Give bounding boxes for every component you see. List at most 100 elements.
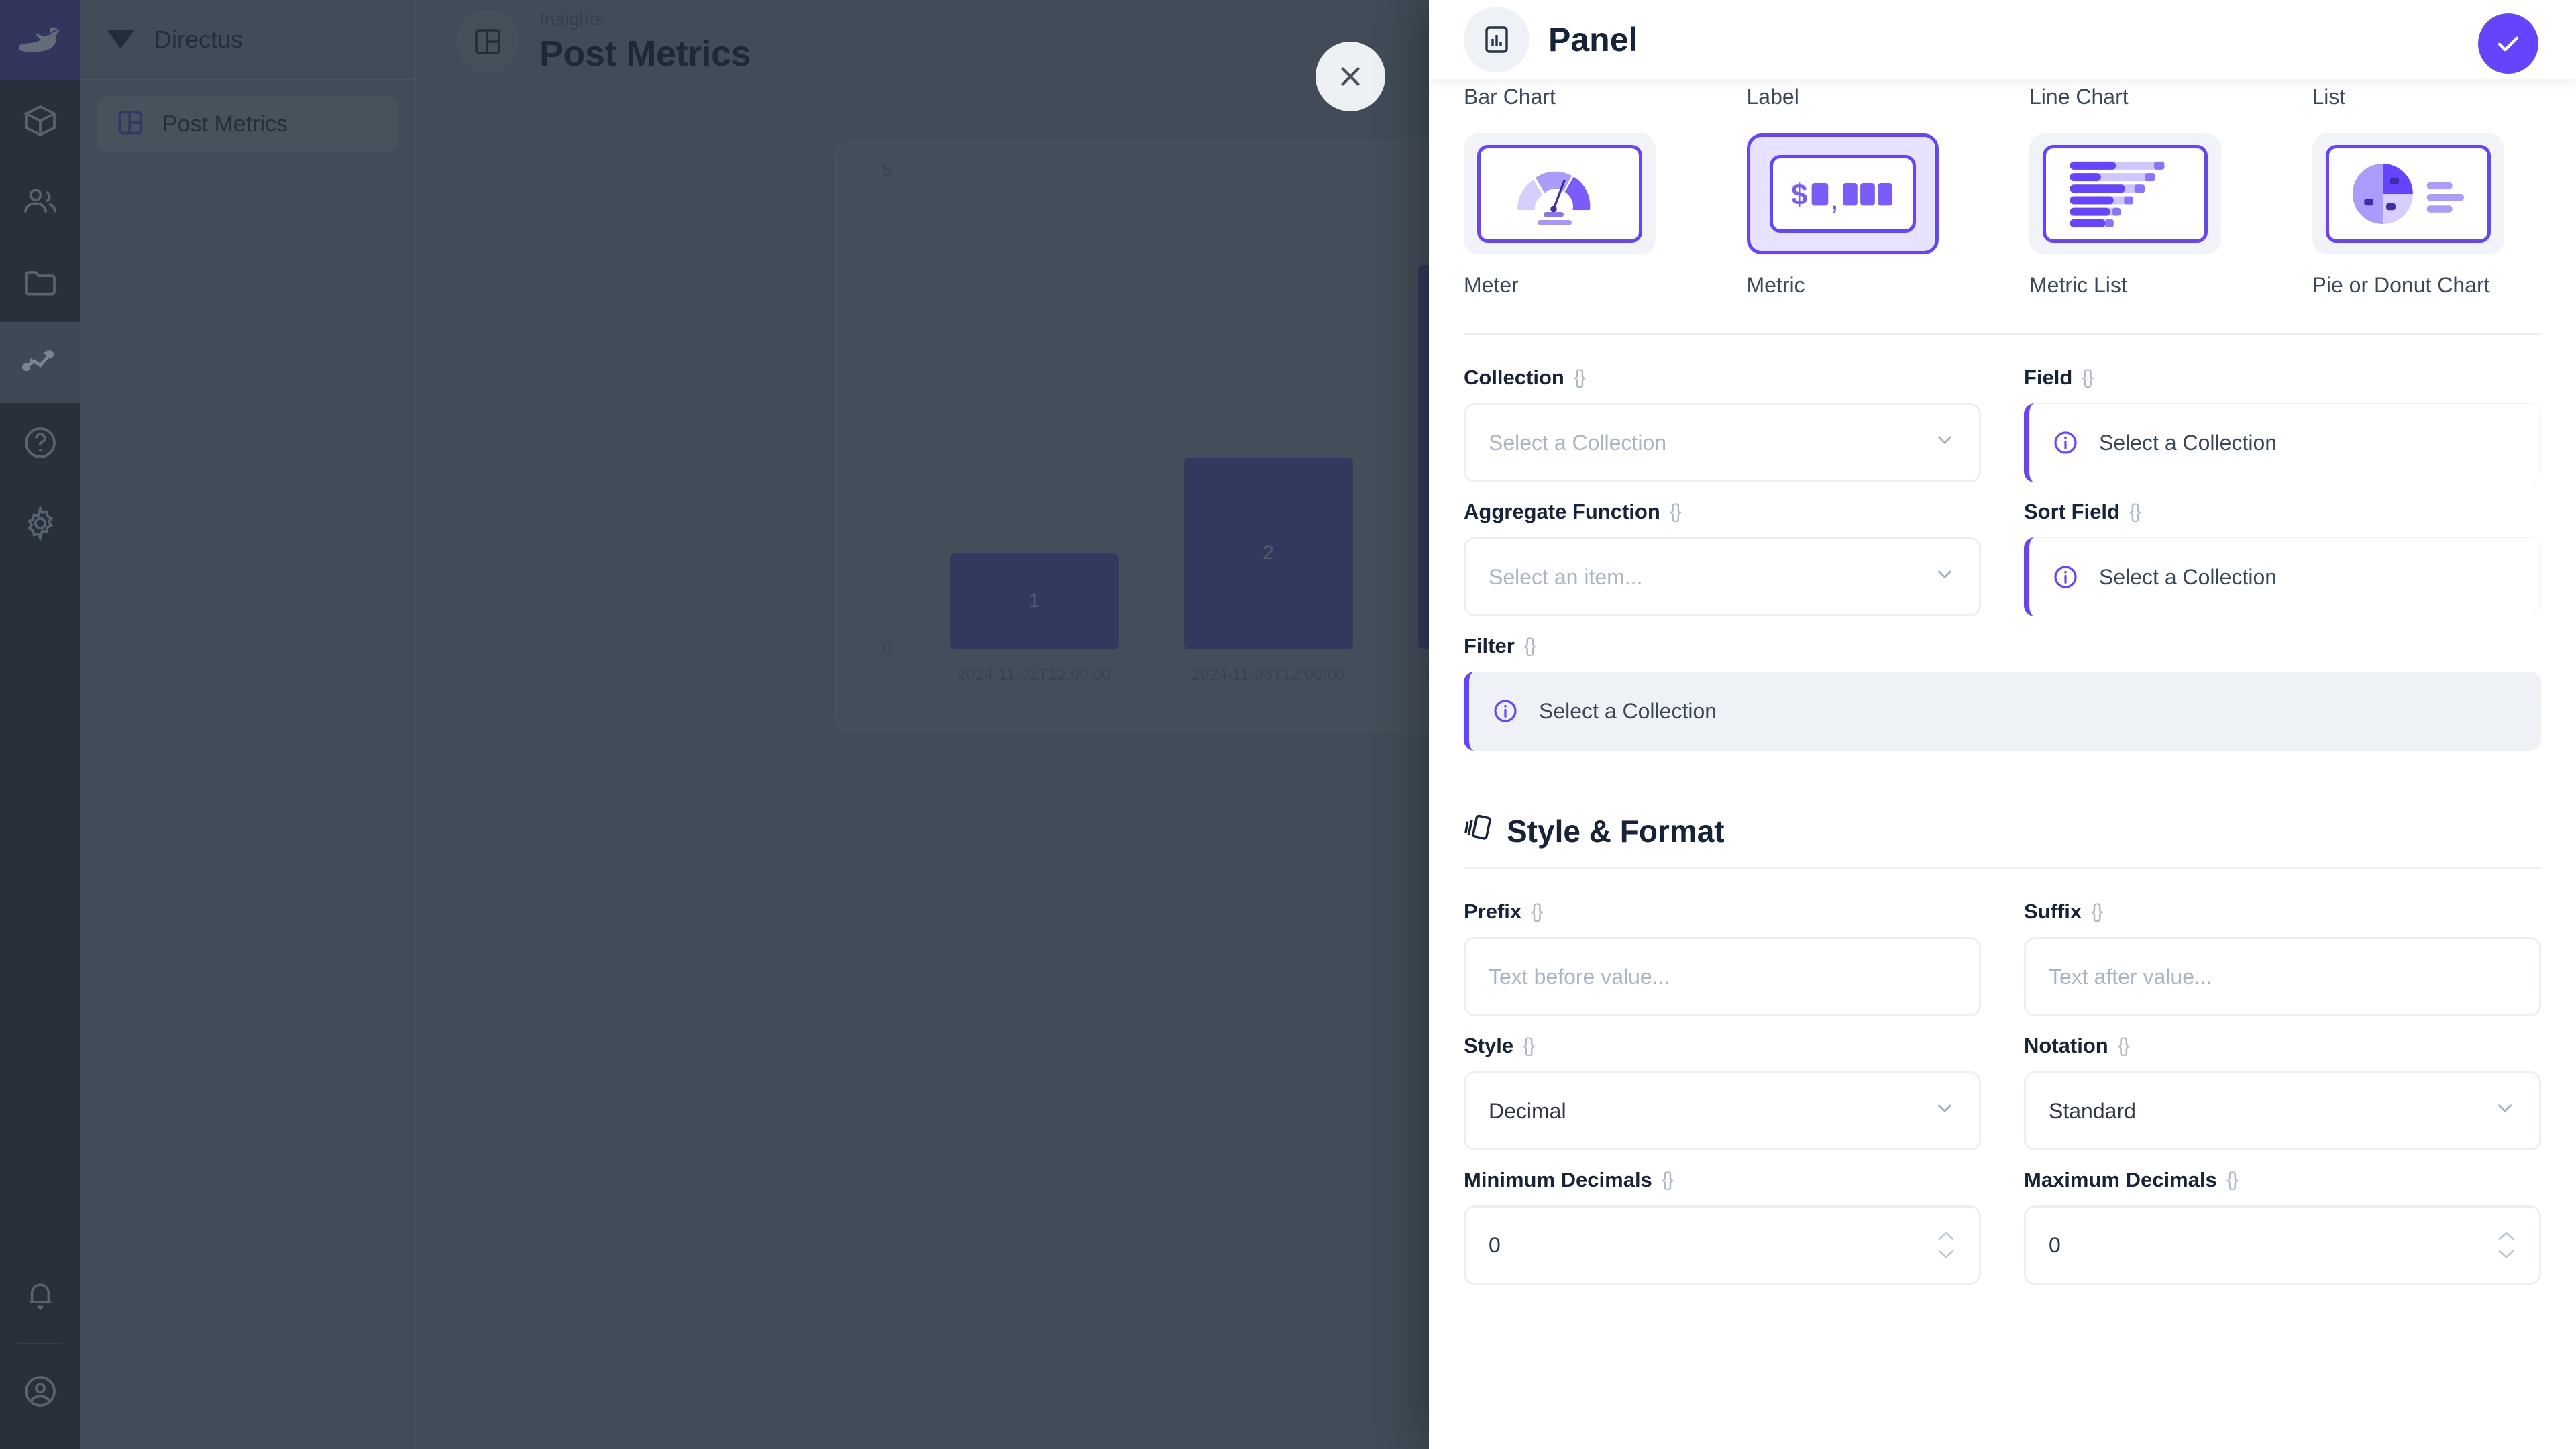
- prefix-placeholder: Text before value...: [1489, 964, 1670, 989]
- save-button[interactable]: [2478, 13, 2538, 74]
- metric-list-thumb: [2043, 145, 2208, 243]
- field-label-field: Field {}: [2024, 366, 2094, 389]
- braces-icon[interactable]: {}: [1523, 1034, 1535, 1057]
- panel-type-thumb-wrap[interactable]: [1464, 133, 1656, 254]
- directus-wordmark-icon: [105, 25, 137, 55]
- module-item-content[interactable]: [0, 80, 80, 161]
- braces-icon[interactable]: {}: [1574, 366, 1586, 389]
- module-item-help[interactable]: [0, 402, 80, 483]
- panel-chart-icon: [1464, 7, 1529, 72]
- field-label-prefix: Prefix {}: [1464, 900, 1543, 923]
- aggregate-function-value: Select an item...: [1489, 564, 1643, 589]
- panel-type-metric[interactable]: Label $ , Metric: [1746, 85, 1976, 298]
- app-root: Directus Post Metrics Insights Post Metr…: [0, 0, 2576, 1449]
- chart-x-tick-label: 2024-11-01T12:00:00: [957, 665, 1112, 684]
- info-icon: [2052, 564, 2079, 590]
- panel-type-metric-list[interactable]: Line Chart Metric List: [2029, 85, 2259, 298]
- chart-bar-column[interactable]: 2: [1151, 169, 1385, 649]
- notation-select[interactable]: Standard: [2024, 1071, 2541, 1150]
- field-label-notation: Notation {}: [2024, 1034, 2130, 1057]
- drawer-body[interactable]: Bar Chart Meter Label $ , Metric Line Ch…: [1429, 79, 2576, 1449]
- stepper-arrows[interactable]: [1936, 1230, 1956, 1260]
- panel-type-thumb-wrap[interactable]: [2312, 133, 2504, 254]
- field-label-aggregate-function: Aggregate Function {}: [1464, 500, 1682, 523]
- chart-bar[interactable]: 1: [949, 553, 1119, 649]
- page-title: Post Metrics: [539, 34, 751, 74]
- braces-icon[interactable]: {}: [2091, 900, 2103, 923]
- braces-icon[interactable]: {}: [1662, 1169, 1674, 1191]
- close-button[interactable]: [1316, 42, 1385, 111]
- nav-sidebar: Directus Post Metrics: [80, 0, 416, 1449]
- panel-type-thumb-wrap[interactable]: $ ,: [1746, 133, 1939, 254]
- field-prefix: Prefix {} Text before value...: [1464, 900, 1981, 1016]
- panel-type-top-label: List: [2312, 85, 2346, 109]
- svg-text:,: ,: [1831, 189, 1837, 213]
- braces-icon[interactable]: {}: [2226, 1169, 2239, 1191]
- style-cards-icon: [1464, 812, 1493, 849]
- maximum-decimals-value: 0: [2049, 1232, 2061, 1257]
- collection-select-value: Select a Collection: [1489, 430, 1667, 455]
- meter-thumb: [1477, 145, 1642, 243]
- panel-type-top-label: Label: [1746, 85, 1799, 109]
- chevron-down-icon: [1933, 429, 1956, 457]
- field-minimum-decimals: Minimum Decimals {} 0: [1464, 1168, 1981, 1285]
- braces-icon[interactable]: {}: [1524, 635, 1536, 657]
- panel-type-top-label: Bar Chart: [1464, 85, 1556, 109]
- dashboard-icon: [115, 108, 145, 141]
- field-label-maximum-decimals: Maximum Decimals {}: [2024, 1168, 2239, 1191]
- braces-icon[interactable]: {}: [2118, 1034, 2130, 1057]
- field-maximum-decimals: Maximum Decimals {} 0: [2024, 1168, 2541, 1285]
- module-item-user-directory[interactable]: [0, 161, 80, 241]
- field-collection: Collection {} Select a Collection: [1464, 366, 1981, 482]
- directus-logo[interactable]: [0, 0, 80, 80]
- module-item-file-library[interactable]: [0, 241, 80, 322]
- panel-type-label: Metric List: [2029, 273, 2127, 297]
- module-item-insights[interactable]: [0, 322, 80, 402]
- braces-icon[interactable]: {}: [1531, 900, 1543, 923]
- suffix-placeholder: Text after value...: [2049, 964, 2212, 989]
- prefix-input[interactable]: Text before value...: [1464, 937, 1981, 1016]
- module-item-settings[interactable]: [0, 483, 80, 564]
- project-name: Directus: [154, 25, 244, 53]
- stepper-arrows[interactable]: [2496, 1230, 2516, 1260]
- panel-type-top-label: Line Chart: [2029, 85, 2129, 109]
- braces-icon[interactable]: {}: [2082, 366, 2094, 389]
- panel-type-thumb-wrap[interactable]: [2029, 133, 2221, 254]
- chart-bar-column[interactable]: 1: [917, 169, 1151, 649]
- panel-type-label: Meter: [1464, 273, 1519, 297]
- field-label-suffix: Suffix {}: [2024, 900, 2103, 923]
- field-label-minimum-decimals: Minimum Decimals {}: [1464, 1168, 1674, 1191]
- style-select[interactable]: Decimal: [1464, 1071, 1981, 1150]
- panel-type-meter[interactable]: Bar Chart Meter: [1464, 85, 1693, 298]
- project-switcher[interactable]: Directus: [80, 0, 415, 80]
- field-label-sort-field: Sort Field {}: [2024, 500, 2141, 523]
- braces-icon[interactable]: {}: [2129, 500, 2141, 523]
- field-suffix: Suffix {} Text after value...: [2024, 900, 2541, 1016]
- suffix-input[interactable]: Text after value...: [2024, 937, 2541, 1016]
- minimum-decimals-value: 0: [1489, 1232, 1501, 1257]
- field-sort-field: Sort Field {} Select a Collection: [2024, 500, 2541, 616]
- notation-select-value: Standard: [2049, 1098, 2136, 1123]
- breadcrumb[interactable]: Insights: [539, 9, 751, 30]
- panel-type-pie-or-donut-chart[interactable]: List Pie or Donut Chart: [2312, 85, 2542, 298]
- field-label-style: Style {}: [1464, 1034, 1535, 1057]
- field-notation: Notation {} Standard: [2024, 1034, 2541, 1150]
- braces-icon[interactable]: {}: [1670, 500, 1682, 523]
- minimum-decimals-stepper[interactable]: 0: [1464, 1205, 1981, 1285]
- sidebar-item-label: Post Metrics: [162, 111, 288, 137]
- filter-notice-text: Select a Collection: [1539, 698, 1717, 723]
- account-button[interactable]: [0, 1351, 80, 1432]
- collection-select[interactable]: Select a Collection: [1464, 403, 1981, 482]
- info-icon: [1492, 698, 1519, 724]
- sidebar-item-post-metrics[interactable]: Post Metrics: [97, 97, 398, 152]
- y-tick-top: 5: [882, 160, 892, 180]
- maximum-decimals-stepper[interactable]: 0: [2024, 1205, 2541, 1285]
- pie-donut-thumb: [2325, 145, 2491, 243]
- notifications-button[interactable]: [0, 1256, 80, 1336]
- chart-bar[interactable]: 2: [1183, 457, 1353, 649]
- field-notice-text: Select a Collection: [2099, 430, 2277, 455]
- aggregate-function-select[interactable]: Select an item...: [1464, 537, 1981, 616]
- chevron-down-icon: [2493, 1097, 2516, 1125]
- chevron-down-icon: [1933, 1097, 1956, 1125]
- y-tick-bottom: 0: [882, 638, 892, 658]
